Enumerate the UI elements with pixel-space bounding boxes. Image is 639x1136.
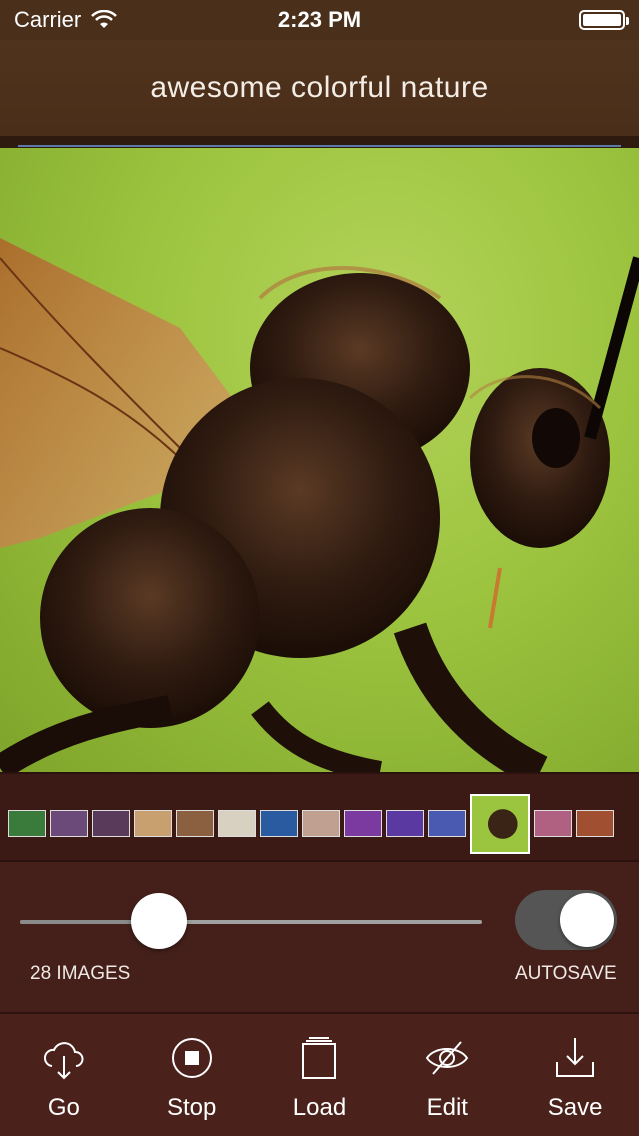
controls-panel: 28 IMAGES AUTOSAVE [0, 862, 639, 1012]
eye-slash-icon [426, 1041, 469, 1075]
thumbnail[interactable] [428, 810, 466, 837]
autosave-toggle[interactable] [515, 890, 617, 950]
thumbnail[interactable] [260, 810, 298, 837]
battery-icon [579, 10, 629, 30]
stop-label: Stop [167, 1094, 217, 1121]
edit-button[interactable]: Edit [383, 1014, 511, 1136]
thumbnail[interactable] [8, 810, 46, 837]
wifi-icon [91, 10, 118, 28]
thumbnail[interactable] [92, 810, 130, 837]
loading-progress-line [18, 145, 621, 147]
stop-button[interactable]: Stop [128, 1014, 256, 1136]
status-bar: Carrier 2:23 PM [0, 0, 639, 40]
load-label: Load [292, 1094, 347, 1121]
thumbnail[interactable] [134, 810, 172, 837]
main-image-viewer[interactable] [0, 148, 639, 772]
thumbnail[interactable] [218, 810, 256, 837]
edit-label: Edit [426, 1094, 468, 1121]
thumbnail[interactable] [50, 810, 88, 837]
thumbnail[interactable] [302, 810, 340, 837]
page-title: awesome colorful nature [150, 71, 489, 104]
thumbnail[interactable] [534, 810, 572, 837]
stop-icon [171, 1038, 212, 1078]
stack-icon [302, 1037, 337, 1079]
cloud-download-icon [43, 1042, 84, 1080]
thumbnail-strip[interactable] [0, 772, 639, 862]
thumbnail-selected[interactable] [470, 794, 530, 854]
save-label: Save [547, 1094, 603, 1121]
save-button[interactable]: Save [511, 1014, 639, 1136]
go-label: Go [47, 1094, 80, 1121]
insect-macro-photo [0, 238, 639, 772]
autosave-label: AUTOSAVE [515, 963, 617, 984]
image-count-slider[interactable] [20, 893, 482, 949]
navigation-bar: awesome colorful nature [0, 40, 639, 136]
carrier-label: Carrier [14, 7, 82, 32]
go-button[interactable]: Go [0, 1014, 128, 1136]
thumbnail[interactable] [576, 810, 614, 837]
toggle-knob[interactable] [560, 893, 614, 947]
thumbnail[interactable] [386, 810, 424, 837]
status-left: Carrier [14, 7, 118, 33]
download-tray-icon [556, 1038, 595, 1077]
bottom-toolbar: Go Stop Load Edit Save [0, 1012, 639, 1136]
thumbnail[interactable] [344, 810, 382, 837]
load-button[interactable]: Load [256, 1014, 384, 1136]
images-count-label: 28 IMAGES [30, 963, 131, 984]
slider-thumb[interactable] [130, 893, 187, 949]
thumbnail[interactable] [176, 810, 214, 837]
